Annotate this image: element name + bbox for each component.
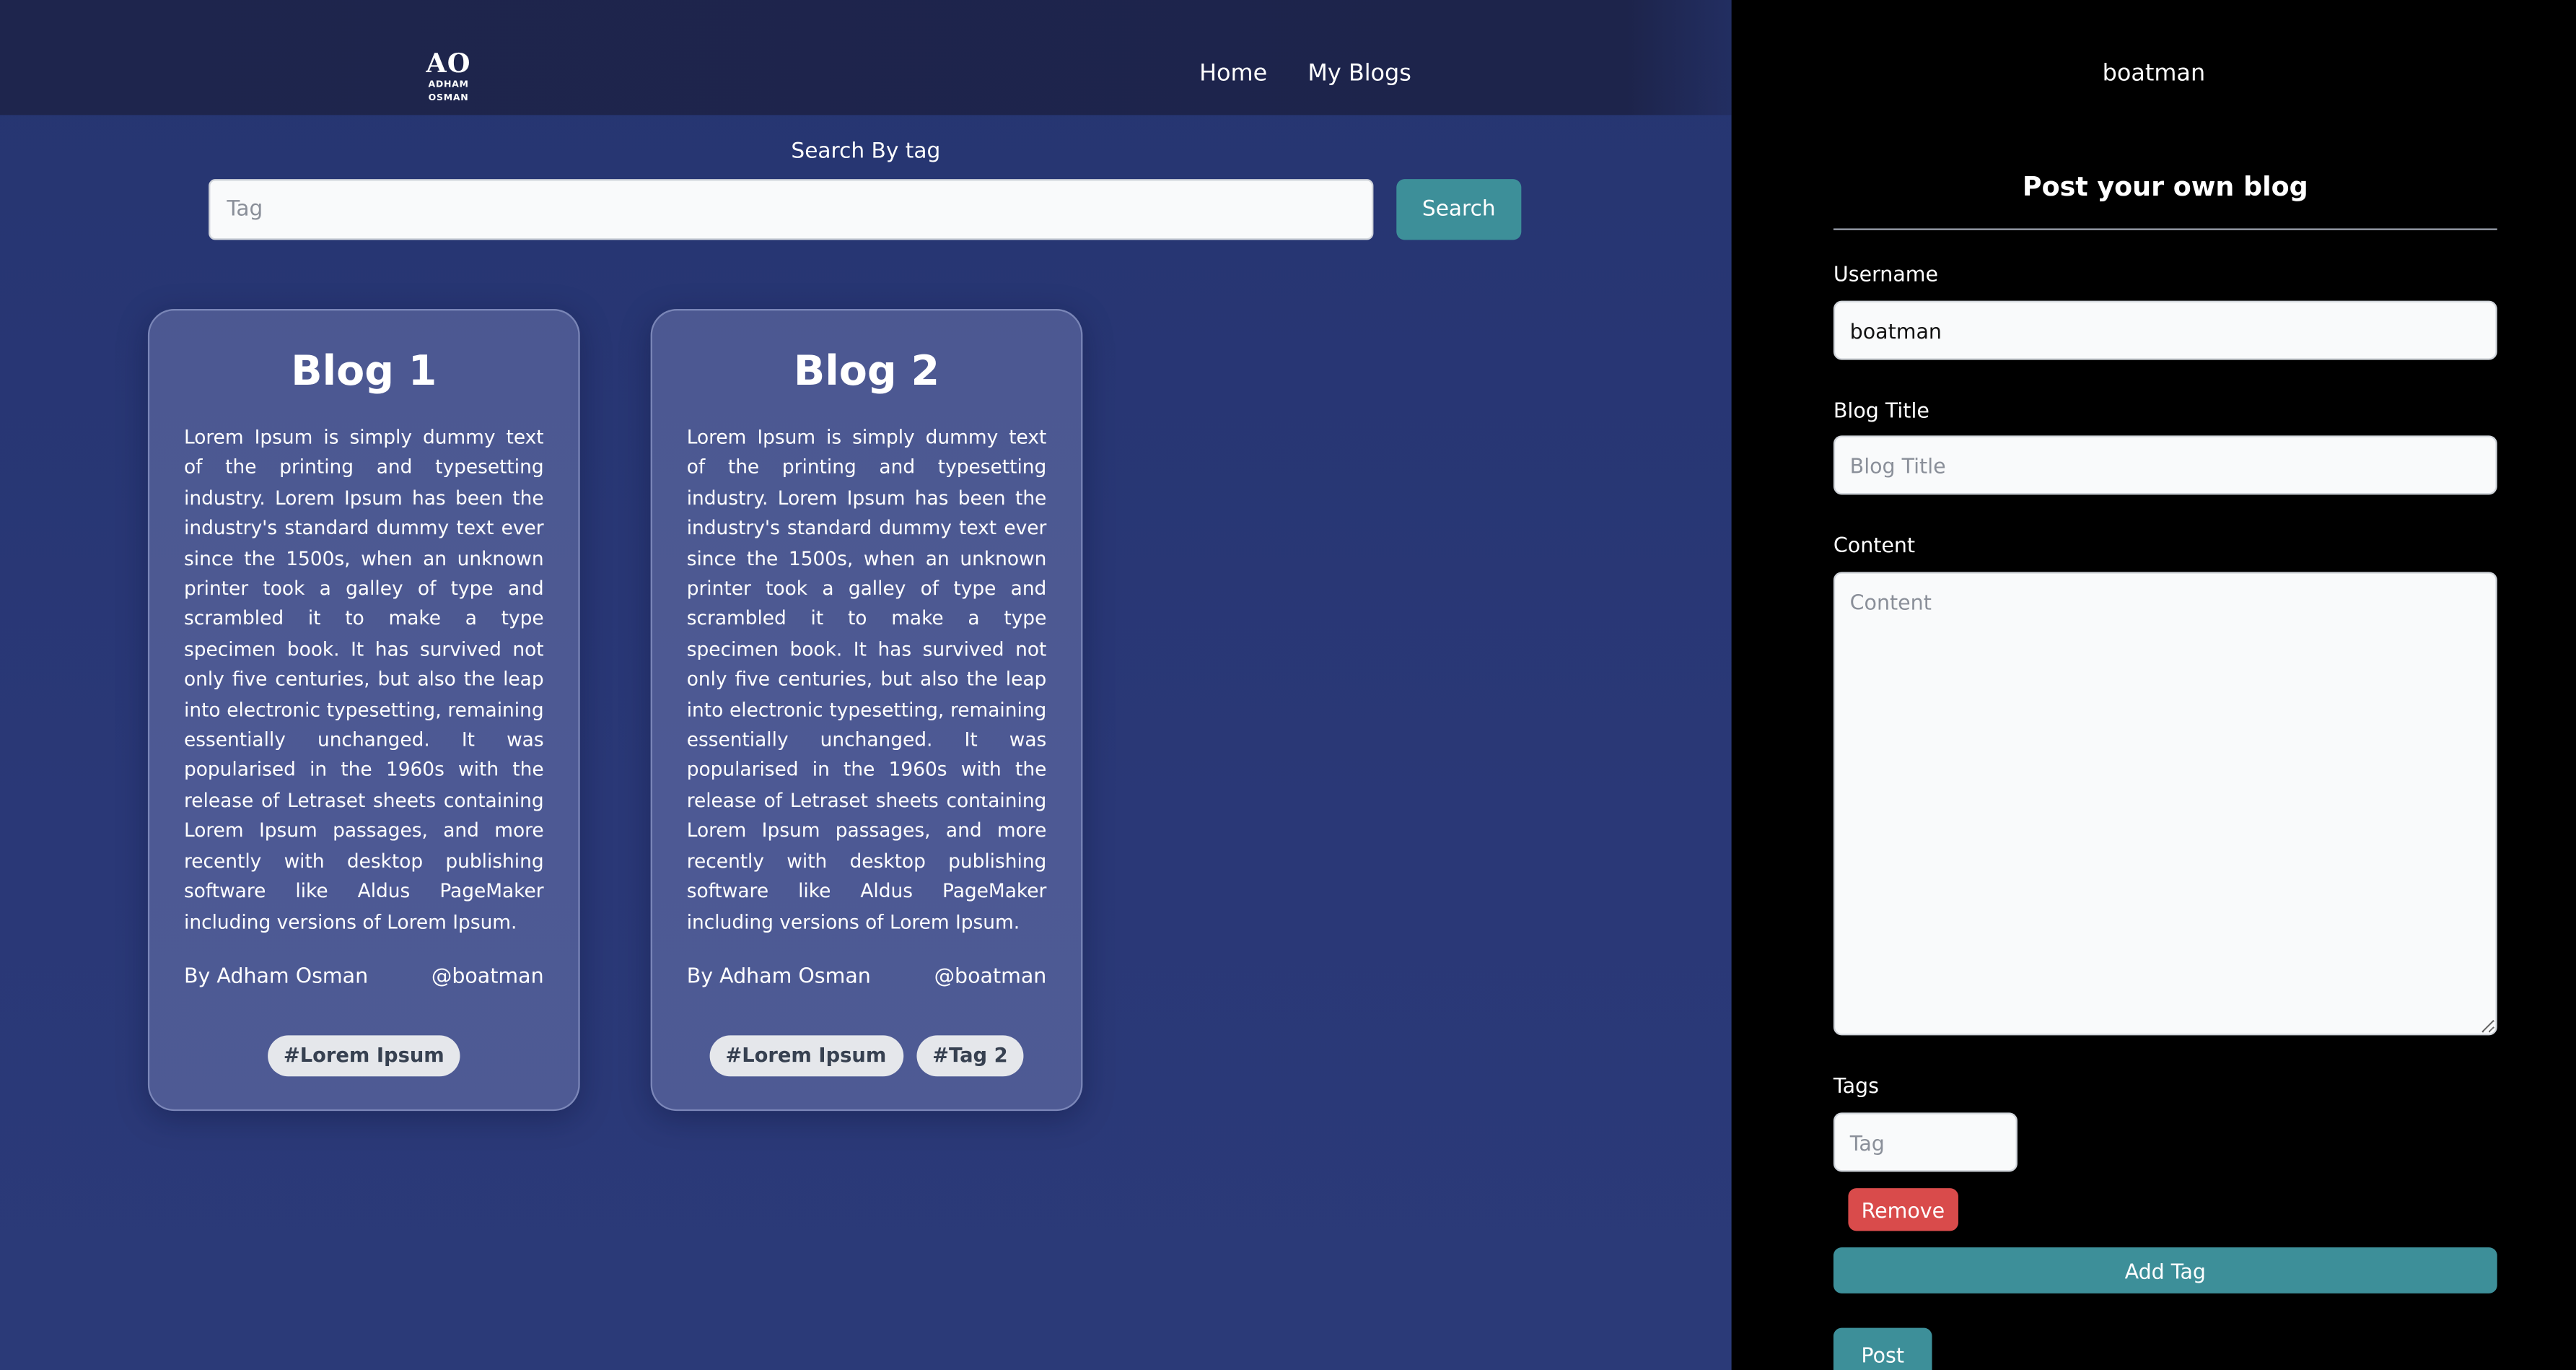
- nav-my-blogs-link[interactable]: My Blogs: [1307, 61, 1411, 87]
- logo-name: ADHAM OSMAN: [428, 80, 469, 104]
- add-tag-button[interactable]: Add Tag: [1833, 1247, 2497, 1293]
- nav-home-link[interactable]: Home: [1199, 61, 1267, 87]
- search-label: Search By tag: [791, 139, 941, 165]
- logo[interactable]: AO ADHAM OSMAN: [409, 48, 488, 105]
- blog-card: Blog 2 Lorem Ipsum is simply dummy text …: [650, 309, 1083, 1112]
- blog-content: Lorem Ipsum is simply dummy text of the …: [686, 425, 1047, 933]
- panel-title: Post your own blog: [2022, 170, 2308, 203]
- blog-title-field[interactable]: [1833, 435, 2497, 495]
- panel-divider: [1833, 228, 2497, 230]
- navbar: AO ADHAM OSMAN Home My Blogs: [0, 0, 1808, 115]
- blog-content: Lorem Ipsum is simply dummy text of the …: [184, 425, 544, 933]
- blog-author: By Adham Osman: [686, 963, 871, 988]
- main-content: AO ADHAM OSMAN Home My Blogs Search By t…: [0, 0, 1808, 1370]
- blog-title-label: Blog Title: [1833, 397, 1929, 423]
- blog-handle: @boatman: [431, 963, 544, 988]
- search-button[interactable]: Search: [1396, 179, 1522, 240]
- blog-card: Blog 1 Lorem Ipsum is simply dummy text …: [147, 309, 580, 1112]
- blog-tags: #Lorem Ipsum: [149, 1035, 578, 1077]
- logo-mark: AO: [426, 48, 471, 79]
- post-button[interactable]: Post: [1833, 1327, 1932, 1370]
- content-label: Content: [1833, 532, 1916, 557]
- tag-chip[interactable]: #Lorem Ipsum: [709, 1035, 903, 1077]
- post-blog-panel: boatman Post your own blog Username Blog…: [1731, 0, 2576, 1370]
- tag-chip[interactable]: #Lorem Ipsum: [267, 1035, 461, 1077]
- blog-handle: @boatman: [934, 963, 1047, 988]
- username-field[interactable]: [1833, 300, 2497, 360]
- content-field[interactable]: [1833, 572, 2497, 1036]
- tag-chip[interactable]: #Tag 2: [916, 1035, 1025, 1077]
- username-label: Username: [1833, 261, 1939, 287]
- blog-title: Blog 1: [291, 346, 437, 395]
- blog-author: By Adham Osman: [184, 963, 369, 988]
- blog-title: Blog 2: [793, 346, 940, 395]
- tag-field[interactable]: [1833, 1112, 2018, 1172]
- remove-tag-button[interactable]: Remove: [1848, 1188, 1958, 1231]
- tags-label: Tags: [1833, 1073, 1879, 1098]
- blog-tags: #Lorem Ipsum #Tag 2: [652, 1035, 1081, 1077]
- search-input[interactable]: [209, 179, 1374, 240]
- current-username: boatman: [2102, 61, 2206, 87]
